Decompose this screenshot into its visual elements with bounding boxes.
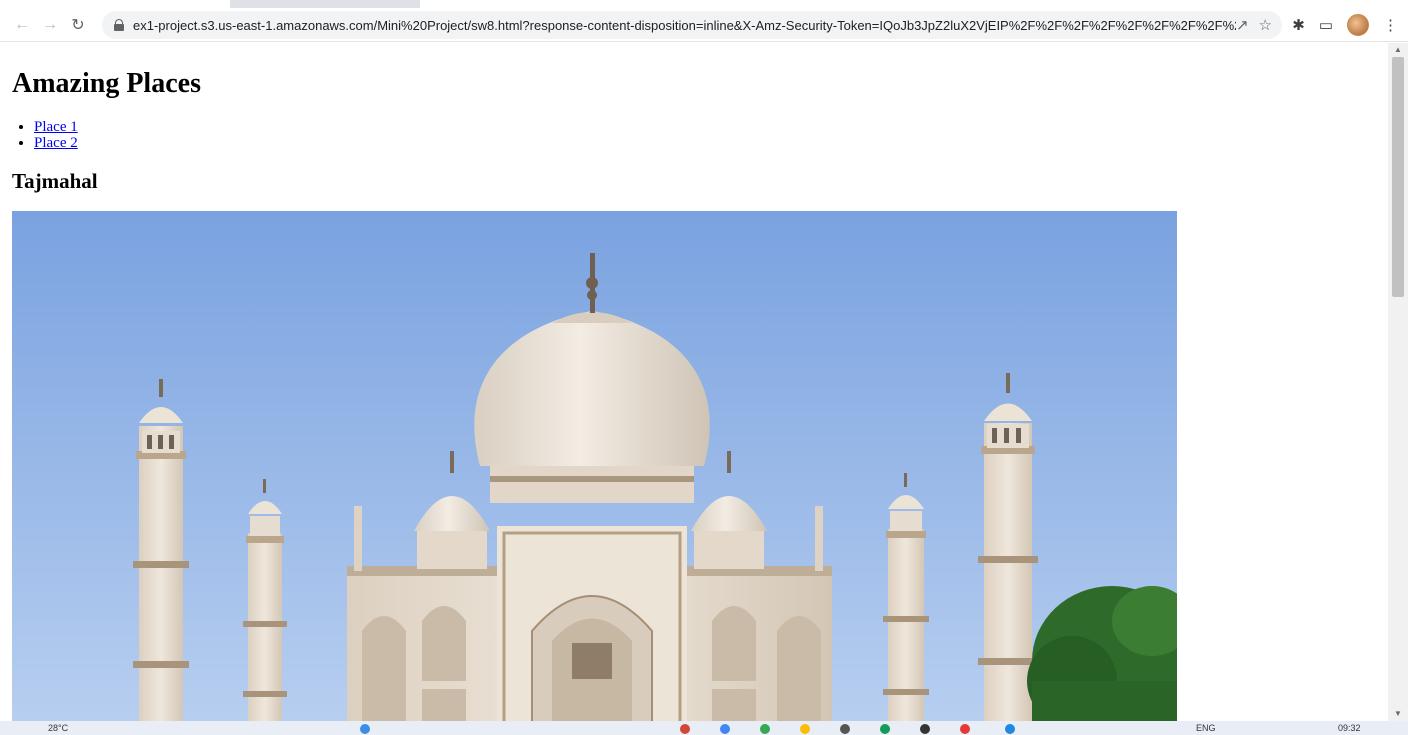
- arrow-left-icon: ←: [14, 15, 30, 33]
- app-icon[interactable]: [1005, 724, 1015, 734]
- tab-strip: [0, 0, 1408, 8]
- extensions-puzzle-icon[interactable]: ✱: [1292, 16, 1305, 34]
- reload-button[interactable]: ↻: [64, 11, 92, 39]
- address-bar[interactable]: ex1-project.s3.us-east-1.amazonaws.com/M…: [102, 11, 1282, 39]
- browser-tab[interactable]: [420, 0, 1408, 8]
- app-icon[interactable]: [840, 724, 850, 734]
- list-item: Place 2: [34, 135, 78, 151]
- scroll-thumb[interactable]: [1392, 57, 1404, 297]
- place-heading: Tajmahal: [12, 169, 98, 193]
- taj-mahal-photo: [12, 211, 1177, 721]
- app-icon[interactable]: [800, 724, 810, 734]
- list-item: Place 1: [34, 119, 78, 135]
- page-content: Amazing Places Place 1 Place 2 Tajmahal: [0, 43, 1388, 721]
- place-1-link[interactable]: Place 1: [34, 119, 78, 135]
- browser-tab[interactable]: [0, 0, 230, 8]
- taj-mahal-illustration: [12, 211, 1177, 721]
- vertical-scrollbar[interactable]: ▲ ▼: [1388, 43, 1408, 721]
- scroll-down-arrow-icon[interactable]: ▼: [1388, 707, 1408, 721]
- language-indicator[interactable]: ENG: [1196, 723, 1216, 733]
- bookmark-star-icon[interactable]: ☆: [1259, 16, 1272, 34]
- minaret-left: [133, 379, 189, 721]
- app-icon[interactable]: [960, 724, 970, 734]
- clock-text[interactable]: 09:32: [1338, 723, 1361, 733]
- place-links-list: Place 1 Place 2: [34, 119, 78, 151]
- app-icon[interactable]: [920, 724, 930, 734]
- share-icon[interactable]: ↗: [1236, 16, 1249, 34]
- lock-icon: [114, 19, 124, 31]
- back-button[interactable]: ←: [8, 11, 36, 39]
- browser-toolbar: ← → ↻ ex1-project.s3.us-east-1.amazonaws…: [0, 8, 1408, 42]
- app-icon[interactable]: [760, 724, 770, 734]
- side-panel-icon[interactable]: ▭: [1319, 16, 1333, 34]
- kebab-menu-icon[interactable]: ⋮: [1383, 16, 1398, 34]
- forward-button[interactable]: →: [36, 11, 64, 39]
- page-title: Amazing Places: [12, 68, 201, 99]
- scroll-up-arrow-icon[interactable]: ▲: [1388, 43, 1408, 57]
- arrow-right-icon: →: [42, 15, 58, 33]
- url-text[interactable]: ex1-project.s3.us-east-1.amazonaws.com/M…: [133, 18, 1236, 33]
- os-taskbar: 28°C ENG 09:32: [0, 721, 1408, 735]
- reload-icon: ↻: [71, 16, 85, 34]
- app-icon[interactable]: [720, 724, 730, 734]
- place-2-link[interactable]: Place 2: [34, 135, 78, 151]
- start-icon[interactable]: [360, 724, 370, 734]
- app-icon[interactable]: [880, 724, 890, 734]
- app-icon[interactable]: [680, 724, 690, 734]
- weather-text[interactable]: 28°C: [48, 723, 68, 733]
- profile-avatar[interactable]: [1347, 14, 1369, 36]
